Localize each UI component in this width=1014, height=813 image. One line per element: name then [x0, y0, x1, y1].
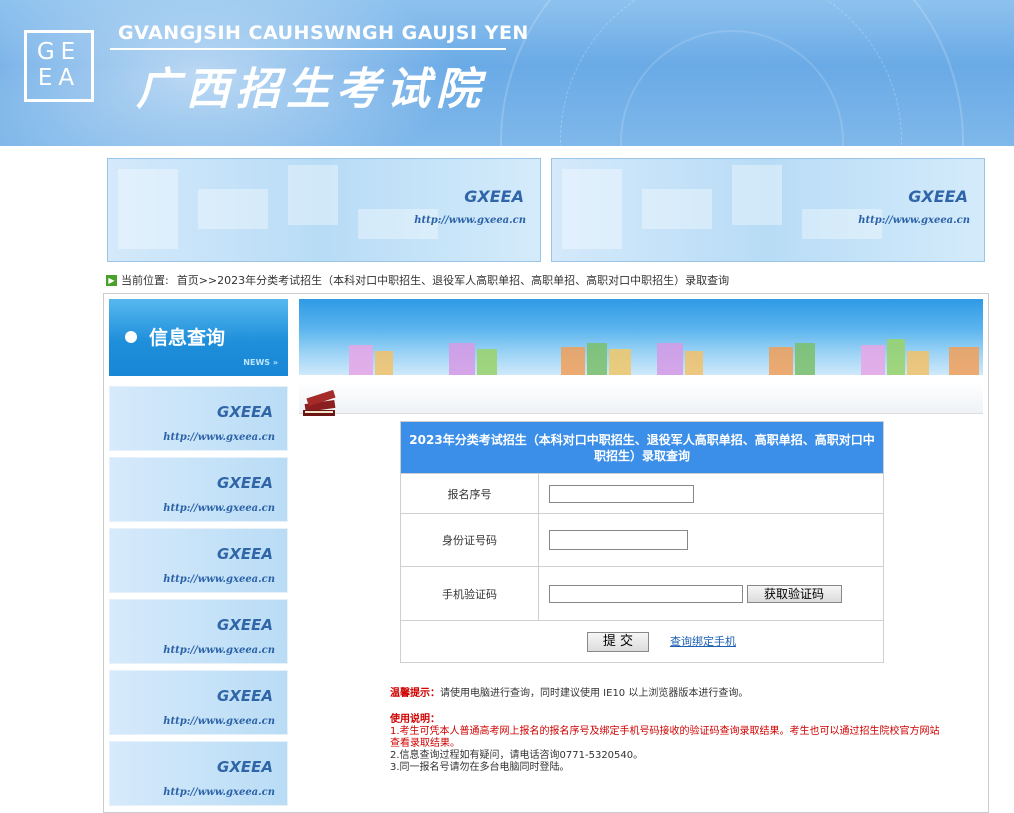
- usage-label: 使用说明：: [390, 714, 440, 725]
- logo-line-1: GE: [36, 39, 82, 65]
- query-phone-link[interactable]: 查询绑定手机: [670, 635, 736, 648]
- bullet-icon: [125, 331, 137, 343]
- top-banner-right[interactable]: GXEEA http://www.gxeea.cn: [551, 158, 985, 262]
- arrow-icon: ▶: [106, 274, 117, 286]
- breadcrumb-path-link[interactable]: 首页>>2023年分类考试招生（本科对口中职招生、退役军人高职单招、高职单招、高…: [177, 272, 729, 288]
- site-title-en: GVANGJSIH CAUHSWNGH GAUJSI YEN: [118, 22, 529, 44]
- banner-brand: GXEEA: [217, 403, 273, 421]
- sidebar-banner[interactable]: GXEEA http://www.gxeea.cn: [109, 457, 288, 522]
- banner-brand: GXEEA: [217, 758, 273, 776]
- sidebar-heading-banner: 信息查询 NEWS »: [109, 299, 288, 376]
- sidebar-banner[interactable]: GXEEA http://www.gxeea.cn: [109, 741, 288, 806]
- usage-item-1: 1.考生可凭本人普通高考网上报名的报名序号及绑定手机号码接收的验证码查询录取结果…: [390, 726, 940, 749]
- houses-illustration: [349, 339, 979, 375]
- banner-url: http://www.gxeea.cn: [163, 574, 275, 585]
- usage-item-3: 3.同一报名号请勿在多台电脑同时登陆。: [390, 762, 570, 773]
- sidebar-banner[interactable]: GXEEA http://www.gxeea.cn: [109, 386, 288, 451]
- top-banner-left[interactable]: GXEEA http://www.gxeea.cn: [107, 158, 541, 262]
- content-banner: [299, 299, 983, 375]
- banner-url: http://www.gxeea.cn: [163, 503, 275, 514]
- warm-tip-label: 温馨提示：: [390, 688, 440, 699]
- title-divider: [110, 48, 506, 50]
- logo-line-2: EA: [37, 65, 81, 91]
- sms-code-input[interactable]: [549, 584, 743, 603]
- site-header: GE EA GVANGJSIH CAUHSWNGH GAUJSI YEN 广西招…: [0, 0, 1014, 146]
- sidebar-banner[interactable]: GXEEA http://www.gxeea.cn: [109, 599, 288, 664]
- form-title: 2023年分类考试招生（本科对口中职招生、退役军人高职单招、高职单招、高职对口中…: [400, 421, 884, 474]
- query-form-table: 2023年分类考试招生（本科对口中职招生、退役军人高职单招、高职单招、高职对口中…: [400, 421, 884, 663]
- banner-brand: GXEEA: [217, 545, 273, 563]
- section-title-bar: [299, 383, 983, 414]
- banner-brand: GXEEA: [217, 474, 273, 492]
- id-number-input[interactable]: [549, 530, 688, 550]
- get-code-button[interactable]: 获取验证码: [746, 584, 842, 603]
- banner-url: http://www.gxeea.cn: [858, 215, 970, 226]
- books-icon: [303, 389, 336, 416]
- id-number-label: 身份证号码: [400, 513, 539, 567]
- site-title-cn: 广西招生考试院: [136, 64, 486, 115]
- banner-url: http://www.gxeea.cn: [163, 787, 275, 798]
- submit-button[interactable]: 提 交: [587, 631, 649, 652]
- tips-section: 温馨提示：请使用电脑进行查询，同时建议使用 IE10 以上浏览器版本进行查询。 …: [390, 688, 940, 774]
- reg-number-label: 报名序号: [400, 473, 539, 514]
- news-label: NEWS »: [243, 358, 278, 367]
- banner-brand: GXEEA: [908, 187, 968, 206]
- banner-url: http://www.gxeea.cn: [414, 215, 526, 226]
- banner-url: http://www.gxeea.cn: [163, 645, 275, 656]
- sidebar-heading: 信息查询: [149, 327, 226, 349]
- site-logo[interactable]: GE EA: [24, 30, 94, 102]
- reg-number-input[interactable]: [549, 484, 694, 503]
- breadcrumb-label: 当前位置:: [121, 274, 169, 287]
- usage-item-2: 2.信息查询过程如有疑问，请电话咨询0771-5320540。: [390, 750, 644, 761]
- banner-brand: GXEEA: [217, 616, 273, 634]
- warm-tip-text: 请使用电脑进行查询，同时建议使用 IE10 以上浏览器版本进行查询。: [440, 688, 749, 699]
- banner-url: http://www.gxeea.cn: [163, 432, 275, 443]
- banner-url: http://www.gxeea.cn: [163, 716, 275, 727]
- sms-code-label: 手机验证码: [400, 566, 539, 621]
- sidebar-banner[interactable]: GXEEA http://www.gxeea.cn: [109, 670, 288, 735]
- breadcrumb: ▶ 当前位置: 首页>>2023年分类考试招生（本科对口中职招生、退役军人高职单…: [106, 272, 729, 288]
- banner-brand: GXEEA: [217, 687, 273, 705]
- warm-tip: 温馨提示：请使用电脑进行查询，同时建议使用 IE10 以上浏览器版本进行查询。: [390, 688, 940, 700]
- banner-brand: GXEEA: [464, 187, 524, 206]
- sidebar-banner[interactable]: GXEEA http://www.gxeea.cn: [109, 528, 288, 593]
